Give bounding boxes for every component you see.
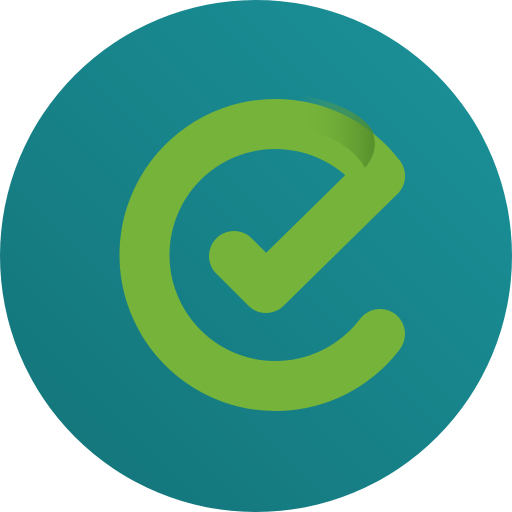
app-icon-canvas	[0, 0, 512, 512]
e-checkmark-logo-icon	[0, 0, 512, 512]
